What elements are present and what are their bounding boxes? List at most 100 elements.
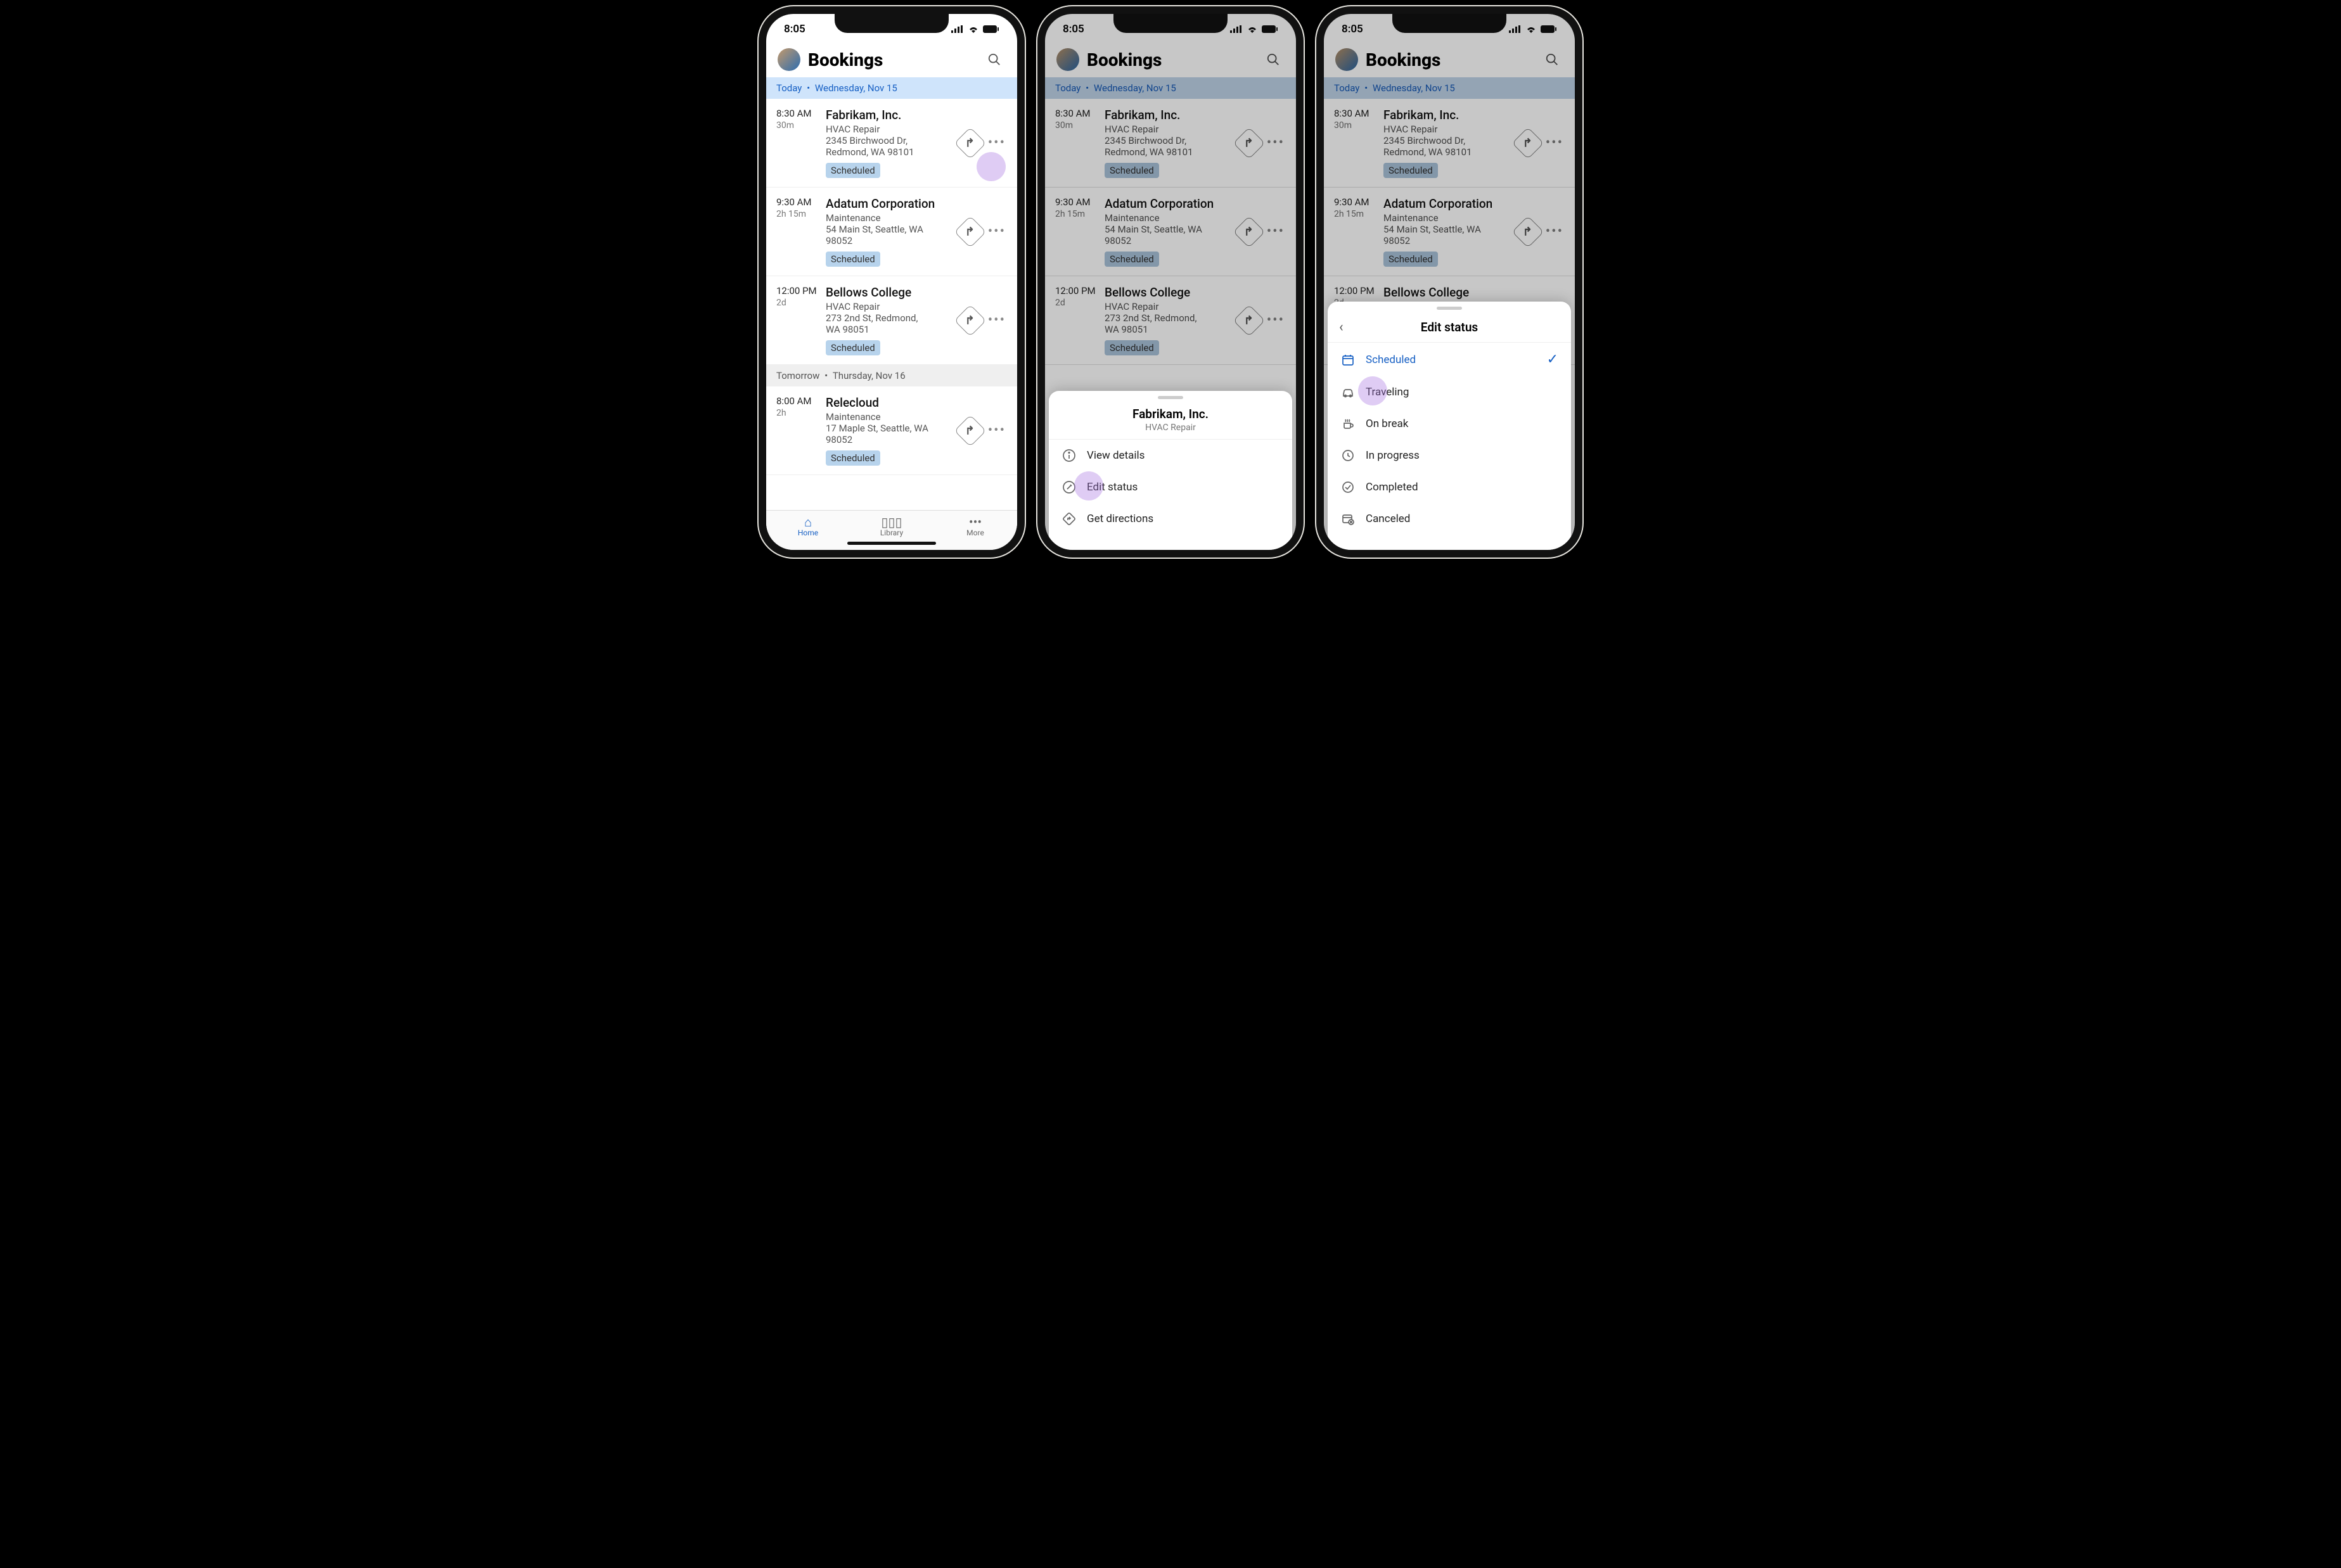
status-option-traveling[interactable]: Traveling (1328, 376, 1571, 408)
address-line-1: 54 Main St, Seattle, WA (826, 224, 958, 235)
turn-arrow-icon: ↱ (965, 314, 975, 327)
directions-button[interactable]: ↱ (954, 304, 986, 336)
more-button[interactable]: ••• (984, 224, 1010, 239)
service-type: HVAC Repair (826, 301, 958, 312)
edit-status-row[interactable]: Edit status (1049, 471, 1292, 503)
sheet-header: ‹ Edit status (1328, 314, 1571, 343)
time-col: 8:30 AM 30m (776, 108, 826, 178)
cup-icon (1340, 417, 1356, 431)
sheet-title: Edit status (1338, 320, 1561, 335)
action-sheet: Fabrikam, Inc. HVAC Repair View details … (1049, 391, 1292, 550)
customer-name: Adatum Corporation (826, 196, 958, 211)
more-button[interactable]: ••• (984, 423, 1010, 438)
home-icon: ⌂ (766, 514, 850, 528)
more-button[interactable]: ••• (984, 135, 1010, 151)
turn-arrow-icon: ↱ (965, 136, 975, 150)
status-option-label: Canceled (1366, 513, 1410, 525)
duration: 2d (776, 298, 826, 308)
status-option-canceled[interactable]: Canceled (1328, 503, 1571, 535)
turn-arrow-icon: ↱ (965, 424, 975, 437)
search-button[interactable] (983, 48, 1006, 71)
sheet-handle[interactable] (1158, 396, 1183, 399)
get-directions-row[interactable]: Get directions (1049, 503, 1292, 535)
status-option-completed[interactable]: Completed (1328, 471, 1571, 503)
page-title: Bookings (808, 49, 975, 70)
action-col: ↱ ••• (958, 285, 1015, 355)
detail-col: Fabrikam, Inc. HVAC Repair 2345 Birchwoo… (826, 108, 958, 178)
booking-item[interactable]: 12:00 PM 2d Bellows College HVAC Repair … (766, 276, 1017, 365)
status-option-in-progress[interactable]: In progress (1328, 440, 1571, 471)
start-time: 9:30 AM (776, 196, 826, 208)
address-line-1: 2345 Birchwood Dr, (826, 135, 958, 146)
time-col: 12:00 PM 2d (776, 285, 826, 355)
device-notch (835, 14, 949, 33)
back-button[interactable]: ‹ (1339, 319, 1344, 335)
day-header: Tomorrow • Thursday, Nov 16 (766, 365, 1017, 386)
nav-library[interactable]: ▯▯▯Library (850, 514, 933, 537)
time-col: 9:30 AM 2h 15m (776, 196, 826, 267)
status-option-label: Scheduled (1366, 354, 1416, 366)
directions-button[interactable]: ↱ (954, 215, 986, 248)
service-type: HVAC Repair (826, 124, 958, 135)
phone-screen-1: 8:05 Bookings Today • Wednesday, Nov 15 … (759, 6, 1025, 558)
action-col: ↱ ••• (958, 108, 1015, 178)
action-col: ↱ ••• (958, 395, 1015, 466)
library-icon: ▯▯▯ (850, 514, 933, 528)
customer-name: Bellows College (826, 285, 958, 300)
booking-item[interactable]: 9:30 AM 2h 15m Adatum Corporation Mainte… (766, 188, 1017, 276)
day-label-b: Thursday, Nov 16 (833, 370, 906, 381)
info-icon (1061, 449, 1077, 462)
address-line-1: 17 Maple St, Seattle, WA (826, 423, 958, 434)
nav-home[interactable]: ⌂Home (766, 514, 850, 537)
home-indicator[interactable] (847, 542, 936, 545)
detail-col: Adatum Corporation Maintenance 54 Main S… (826, 196, 958, 267)
start-time: 8:00 AM (776, 395, 826, 407)
sheet-handle[interactable] (1437, 307, 1462, 310)
app-header: Bookings (766, 44, 1017, 77)
turn-arrow-icon: ↱ (965, 225, 975, 238)
cancel-icon (1340, 512, 1356, 526)
more-button[interactable]: ••• (984, 312, 1010, 328)
view-details-row[interactable]: View details (1049, 440, 1292, 471)
duration: 2h 15m (776, 209, 826, 219)
customer-name: Relecloud (826, 395, 958, 410)
directions-button[interactable]: ↱ (954, 414, 986, 447)
bookings-list[interactable]: Today • Wednesday, Nov 15 8:30 AM 30m Fa… (766, 77, 1017, 510)
time-col: 8:00 AM 2h (776, 395, 826, 466)
booking-item[interactable]: 8:30 AM 30m Fabrikam, Inc. HVAC Repair 2… (766, 99, 1017, 188)
nav-home-label: Home (766, 528, 850, 537)
clock-icon (1340, 449, 1356, 462)
edit-status-label: Edit status (1087, 481, 1138, 494)
booking-item[interactable]: 8:00 AM 2h Relecloud Maintenance 17 Mapl… (766, 386, 1017, 475)
phone-screen-2: 8:05 Bookings Today • Wednesday, Nov 15 … (1037, 6, 1304, 558)
check-icon: ✓ (1547, 352, 1558, 367)
nav-library-label: Library (850, 528, 933, 537)
cellular-icon (951, 25, 964, 33)
status-option-on-break[interactable]: On break (1328, 408, 1571, 440)
status-option-label: Traveling (1366, 386, 1409, 398)
nav-more[interactable]: •••More (933, 514, 1017, 537)
status-badge: Scheduled (826, 252, 880, 267)
day-label-a: Tomorrow (776, 370, 819, 381)
duration: 30m (776, 120, 826, 131)
service-type: Maintenance (826, 411, 958, 423)
search-icon (987, 53, 1001, 67)
check-icon (1340, 480, 1356, 494)
address-line-2: 98052 (826, 235, 958, 246)
duration: 2h (776, 408, 826, 418)
edit-icon (1061, 480, 1077, 494)
wifi-icon (968, 25, 979, 33)
car-icon (1340, 385, 1356, 399)
avatar[interactable] (778, 48, 800, 71)
address-line-2: Redmond, WA 98101 (826, 146, 958, 158)
day-label-b: Wednesday, Nov 15 (815, 82, 897, 94)
status-option-scheduled[interactable]: Scheduled ✓ (1328, 343, 1571, 376)
status-badge: Scheduled (826, 163, 880, 178)
more-icon: ••• (933, 514, 1017, 528)
status-badge: Scheduled (826, 340, 880, 355)
status-badge: Scheduled (826, 450, 880, 466)
sheet-subtitle: HVAC Repair (1049, 423, 1292, 433)
directions-button[interactable]: ↱ (954, 127, 986, 159)
detail-col: Relecloud Maintenance 17 Maple St, Seatt… (826, 395, 958, 466)
status-option-label: Completed (1366, 481, 1418, 494)
